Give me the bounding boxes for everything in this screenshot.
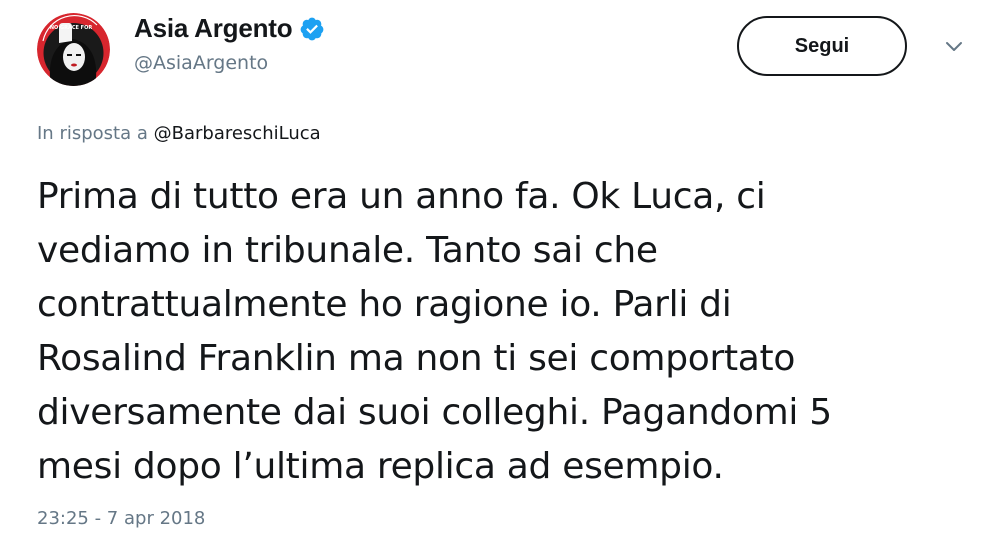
author-info[interactable]: Asia Argento @AsiaArgento — [134, 12, 325, 74]
user-handle[interactable]: @AsiaArgento — [134, 52, 325, 74]
chevron-down-icon[interactable] — [940, 36, 968, 58]
tweet-text-line: mesi dopo l’ultima replica ad esempio. — [37, 446, 724, 487]
tweet-text: Prima di tutto era un anno fa. Ok Luca, … — [37, 170, 977, 494]
tweet-card: NO GRACE FOR Asia Argento @AsiaArgento S… — [0, 0, 1000, 552]
display-name[interactable]: Asia Argento — [134, 13, 293, 44]
tweet-text-line: diversamente dai suoi colleghi. Pagandom… — [37, 392, 832, 433]
tweet-text-line: contrattualmente ho ragione io. Parli di — [37, 284, 732, 325]
follow-button[interactable]: Segui — [737, 16, 907, 76]
avatar[interactable]: NO GRACE FOR — [37, 13, 110, 86]
tweet-text-line: Rosalind Franklin ma non ti sei comporta… — [37, 338, 796, 379]
reply-context: In risposta a @BarbareschiLuca — [37, 123, 321, 144]
avatar-image: NO GRACE FOR — [37, 13, 110, 86]
display-name-row: Asia Argento — [134, 12, 325, 44]
tweet-text-line: Prima di tutto era un anno fa. Ok Luca, … — [37, 176, 766, 217]
verified-badge-icon — [299, 16, 325, 42]
tweet-text-line: vediamo in tribunale. Tanto sai che — [37, 230, 658, 271]
tweet-timestamp[interactable]: 23:25 - 7 apr 2018 — [37, 508, 205, 529]
avatar-badge-text: NO GRACE FOR — [50, 25, 92, 31]
reply-prefix: In risposta a — [37, 123, 148, 144]
reply-mention-link[interactable]: @BarbareschiLuca — [154, 123, 321, 144]
